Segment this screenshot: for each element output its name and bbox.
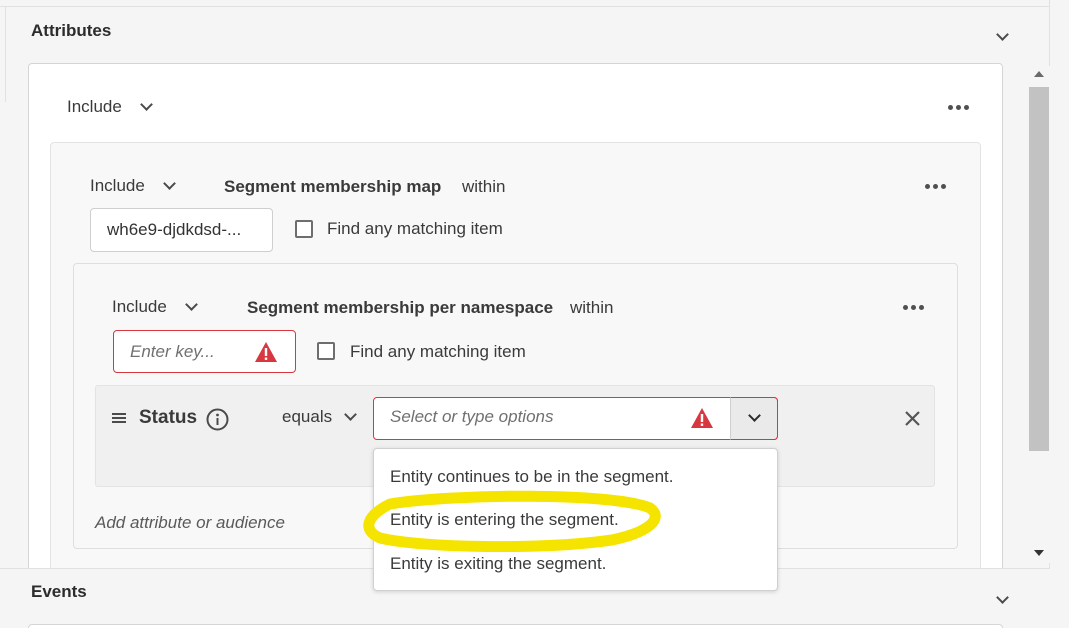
drag-handle-icon[interactable]	[112, 412, 126, 424]
operator-label: equals	[282, 407, 333, 426]
group-more-button[interactable]	[925, 184, 946, 189]
top-divider	[0, 6, 1050, 7]
close-icon[interactable]	[904, 410, 921, 427]
scrollbar-thumb[interactable]	[1029, 87, 1049, 451]
inner-key-placeholder: Enter key...	[130, 341, 215, 361]
info-icon[interactable]	[206, 408, 229, 431]
value-placeholder: Select or type options	[390, 407, 554, 426]
chevron-down-icon	[344, 408, 357, 421]
more-dots-icon	[903, 305, 908, 310]
group-find-any-checkbox[interactable]	[295, 220, 313, 238]
option-exiting[interactable]: Entity is exiting the segment.	[390, 554, 606, 574]
group-include-label: Include	[90, 176, 145, 195]
attributes-section-title: Attributes	[31, 21, 112, 40]
chevron-down-icon	[162, 177, 176, 190]
group-within-label: within	[462, 177, 506, 196]
chevron-down-icon	[139, 98, 153, 111]
chevron-down-icon	[748, 409, 761, 422]
left-divider	[0, 6, 6, 102]
inner-include-label: Include	[112, 297, 167, 316]
group-find-any-label: Find any matching item	[327, 219, 503, 238]
condition-field-name: Status	[139, 407, 198, 428]
inner-find-any-checkbox[interactable]	[317, 342, 335, 360]
chevron-down-icon	[996, 28, 1009, 41]
inner-within-label: within	[570, 298, 614, 317]
alert-triangle-icon	[691, 408, 713, 428]
highlight-annotation	[363, 490, 661, 552]
option-continues[interactable]: Entity continues to be in the segment.	[390, 467, 674, 487]
add-attribute-link[interactable]: Add attribute or audience	[95, 513, 285, 533]
outer-more-button[interactable]	[948, 105, 969, 110]
chevron-down-icon	[184, 298, 198, 311]
scroll-down-icon[interactable]	[1034, 550, 1044, 556]
inner-include-dropdown[interactable]: Include	[112, 297, 198, 317]
group-key-input[interactable]: wh6e9-djdkdsd-...	[90, 208, 273, 252]
inner-more-button[interactable]	[903, 305, 924, 310]
operator-dropdown[interactable]: equals	[282, 407, 357, 427]
outer-include-dropdown[interactable]: Include	[67, 97, 153, 117]
events-collapse-button[interactable]	[996, 591, 1009, 604]
alert-triangle-icon	[255, 342, 277, 362]
scroll-up-icon[interactable]	[1034, 71, 1044, 77]
group-include-dropdown[interactable]: Include	[90, 176, 176, 196]
inner-field-name: Segment membership per namespace	[247, 298, 554, 317]
more-dots-icon	[948, 105, 953, 110]
events-section-title: Events	[31, 582, 87, 601]
group-field-name: Segment membership map	[224, 177, 442, 196]
outer-include-label: Include	[67, 97, 122, 116]
group-key-value: wh6e9-djdkdsd-...	[107, 220, 242, 239]
attributes-collapse-button[interactable]	[996, 28, 1009, 41]
more-dots-icon	[925, 184, 930, 189]
value-combobox-toggle[interactable]	[730, 397, 778, 440]
chevron-down-icon	[996, 591, 1009, 604]
inner-find-any-label: Find any matching item	[350, 342, 526, 361]
events-card	[28, 624, 1003, 628]
